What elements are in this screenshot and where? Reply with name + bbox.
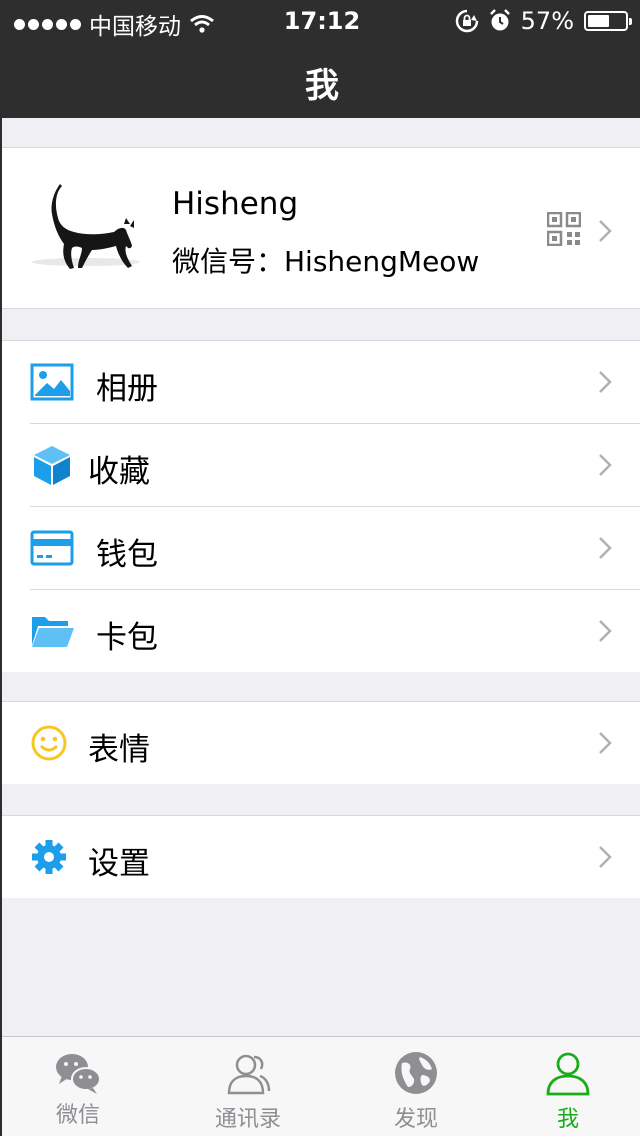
- wallet-card-icon: [30, 530, 74, 566]
- album-label: 相册: [96, 371, 158, 407]
- favorites-label: 收藏: [88, 454, 150, 490]
- profile-card[interactable]: Hisheng 微信号：HishengMeow: [2, 147, 640, 309]
- page-title: 我: [305, 66, 339, 106]
- tab-discover[interactable]: 发现: [336, 1037, 496, 1136]
- chevron-right-icon: [599, 537, 612, 559]
- gear-icon: [32, 840, 66, 874]
- contacts-icon: [227, 1054, 271, 1095]
- top-bar: 中国移动 17:12 57% 我: [2, 0, 640, 118]
- tab-contacts[interactable]: 通讯录: [168, 1037, 328, 1136]
- qr-code-icon[interactable]: [547, 212, 581, 246]
- menu-item-stickers[interactable]: 表情: [2, 702, 640, 784]
- smiley-icon: [31, 725, 67, 761]
- album-icon: [30, 363, 74, 401]
- battery-icon: [584, 11, 632, 31]
- rotation-lock-icon: [455, 9, 478, 33]
- menu-group-stickers: 表情: [2, 701, 640, 784]
- chevron-right-icon: [599, 454, 612, 476]
- menu-item-album[interactable]: 相册: [2, 341, 640, 423]
- chevron-right-icon: [599, 220, 612, 242]
- settings-label: 设置: [88, 846, 150, 882]
- tab-bar: 微信 通讯录 发现 我: [2, 1036, 640, 1136]
- menu-item-cards[interactable]: 卡包: [2, 590, 640, 672]
- tab-label: 通讯录: [214, 1107, 281, 1132]
- menu-item-wallet[interactable]: 钱包: [2, 507, 640, 589]
- profile-name: Hisheng: [172, 186, 299, 222]
- cards-label: 卡包: [96, 620, 158, 656]
- folder-icon: [32, 617, 74, 647]
- menu-group-main: 相册 收藏 钱包 卡包: [2, 340, 640, 672]
- discover-icon: [395, 1052, 437, 1094]
- avatar: [32, 184, 140, 269]
- chevron-right-icon: [599, 371, 612, 393]
- menu-group-settings: 设置: [2, 815, 640, 898]
- battery-percent: 57%: [520, 7, 574, 35]
- alarm-icon: [489, 9, 510, 31]
- status-bar: 中国移动 17:12 57%: [2, 0, 640, 40]
- chevron-right-icon: [599, 846, 612, 868]
- menu-item-favorites[interactable]: 收藏: [2, 424, 640, 506]
- stickers-label: 表情: [88, 732, 150, 768]
- tab-label: 我: [556, 1107, 579, 1132]
- me-icon: [546, 1052, 590, 1096]
- battery-fill: [588, 15, 609, 27]
- status-right: 57%: [455, 7, 632, 35]
- tab-chats[interactable]: 微信: [2, 1037, 162, 1136]
- chat-icon: [56, 1054, 101, 1094]
- tab-label: 发现: [393, 1107, 438, 1132]
- profile-wechat-id: 微信号：HishengMeow: [172, 245, 480, 278]
- tab-me[interactable]: 我: [488, 1037, 640, 1136]
- favorites-cube-icon: [34, 446, 70, 485]
- chevron-right-icon: [599, 732, 612, 754]
- chevron-right-icon: [599, 620, 612, 642]
- menu-item-settings[interactable]: 设置: [2, 816, 640, 898]
- app-screen: 中国移动 17:12 57% 我 Hisheng 微信号：HishengMeow…: [0, 0, 640, 1136]
- tab-label: 微信: [55, 1103, 100, 1128]
- wallet-label: 钱包: [96, 537, 158, 573]
